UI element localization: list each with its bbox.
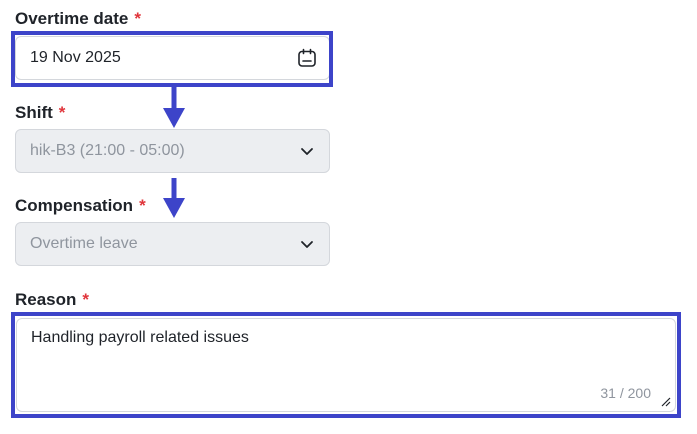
shift-label: Shift * <box>15 103 65 123</box>
required-mark: * <box>82 290 90 309</box>
character-counter: 31 / 200 <box>600 385 651 401</box>
required-mark: * <box>139 196 146 215</box>
resize-handle-icon[interactable] <box>661 397 671 407</box>
reason-label: Reason * <box>15 290 89 310</box>
compensation-label: Compensation * <box>15 196 146 216</box>
shift-label-text: Shift <box>15 103 53 122</box>
annotation-arrow-down-icon <box>163 86 185 128</box>
overtime-date-label: Overtime date * <box>15 9 141 29</box>
calendar-icon[interactable] <box>285 37 329 79</box>
reason-textarea[interactable]: Handling payroll related issues 31 / 200 <box>16 318 676 412</box>
compensation-select: Overtime leave <box>15 222 330 266</box>
annotation-arrow-down-icon <box>163 178 185 218</box>
reason-label-text: Reason <box>15 290 77 309</box>
overtime-date-value: 19 Nov 2025 <box>30 49 121 66</box>
compensation-value: Overtime leave <box>30 235 138 252</box>
chevron-down-icon <box>285 223 329 265</box>
overtime-date-input[interactable]: 19 Nov 2025 <box>15 36 330 80</box>
chevron-down-icon <box>285 130 329 172</box>
shift-select: hik-B3 (21:00 - 05:00) <box>15 129 330 173</box>
required-mark: * <box>58 103 66 122</box>
compensation-label-text: Compensation <box>15 196 134 215</box>
overtime-date-label-text: Overtime date <box>15 9 129 28</box>
required-mark: * <box>134 9 142 28</box>
reason-value: Handling payroll related issues <box>31 329 249 346</box>
shift-value: hik-B3 (21:00 - 05:00) <box>30 142 185 159</box>
